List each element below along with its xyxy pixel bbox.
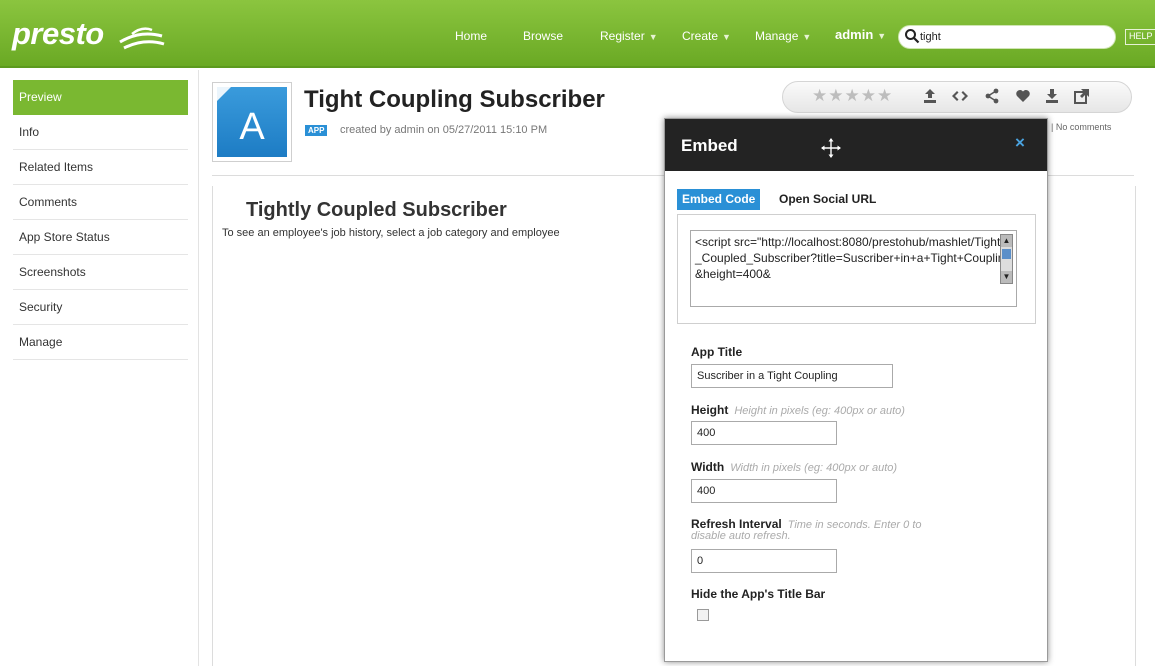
rating-stars[interactable]: ★★★★★ [812,86,893,106]
app-title: Tight Coupling Subscriber [304,86,605,113]
app-title-label: App Title [691,345,743,359]
tab-embed-code[interactable]: Embed Code [677,189,761,210]
height-field[interactable] [691,421,837,445]
sidebar-divider [198,70,199,666]
presto-logo[interactable]: presto [12,16,104,52]
nav-register[interactable]: Register ▼ [600,29,658,43]
nav-browse[interactable]: Browse [523,29,563,43]
embed-code-textarea[interactable]: <script src="http://localhost:8080/prest… [690,230,1017,307]
sidebar-item-preview[interactable]: Preview [13,80,188,115]
refresh-label-text: Refresh Interval [691,517,782,531]
refresh-hint-continued: disable auto refresh. [691,530,791,542]
scroll-down-arrow-icon[interactable]: ▼ [1001,271,1012,283]
sidebar: Preview Info Related Items Comments App … [13,80,188,360]
sidebar-item-security[interactable]: Security [13,290,188,325]
width-label: Width Width in pixels (eg: 400px or auto) [691,460,897,474]
width-field[interactable] [691,479,837,503]
close-icon[interactable]: × [1015,133,1025,153]
chevron-down-icon: ▼ [877,31,887,41]
scroll-up-arrow-icon[interactable]: ▲ [1001,235,1012,247]
comments-count-link[interactable]: | No comments [1051,122,1111,132]
nav-admin-label: admin [835,27,874,42]
move-drag-icon[interactable] [820,137,842,159]
tab-open-social-url[interactable]: Open Social URL [779,189,876,210]
preview-app-title: Tightly Coupled Subscriber [246,199,507,221]
nav-register-label: Register [600,29,645,43]
chevron-down-icon: ▼ [648,32,658,42]
download-icon[interactable] [1044,88,1060,104]
sidebar-item-app-store-status[interactable]: App Store Status [13,220,188,255]
popout-icon[interactable] [1074,88,1090,104]
search-input[interactable] [920,29,1100,45]
nav-admin-user-menu[interactable]: admin ▼ [835,27,886,42]
height-label: Height Height in pixels (eg: 400px or aut… [691,403,905,417]
width-hint: Width in pixels (eg: 400px or auto) [730,462,898,474]
top-navigation-bar: presto Home Browse Register ▼ Create ▼ Man… [0,0,1155,68]
chevron-down-icon: ▼ [802,32,812,42]
embed-code-icon[interactable] [952,88,968,104]
help-button[interactable]: HELP [1125,29,1155,45]
preview-app-description: To see an employee's job history, select… [222,227,560,239]
nav-create[interactable]: Create ▼ [682,29,731,43]
app-title-field[interactable] [691,364,893,388]
app-type-badge: APP [305,125,328,136]
code-scrollbar[interactable]: ▲ ▼ [1000,234,1013,284]
sidebar-item-comments[interactable]: Comments [13,185,188,220]
app-icon-image: A [217,87,287,157]
embed-code-text: <script src="http://localhost:8080/prest… [695,235,1012,281]
nav-manage-label: Manage [755,29,799,43]
nav-create-label: Create [682,29,719,43]
chevron-down-icon: ▼ [722,32,731,42]
nav-manage[interactable]: Manage ▼ [755,29,811,43]
nav-home[interactable]: Home [455,29,487,43]
favorite-heart-icon[interactable] [1015,88,1031,104]
sidebar-item-related-items[interactable]: Related Items [13,150,188,185]
refresh-interval-label: Refresh Interval Time in seconds. Enter 0… [691,517,922,531]
share-icon[interactable] [984,88,1000,104]
upload-icon[interactable] [922,88,938,104]
scroll-thumb[interactable] [1002,249,1011,259]
hide-title-bar-label: Hide the App's Title Bar [691,587,826,601]
height-label-text: Height [691,403,729,417]
height-hint: Height in pixels (eg: 400px or auto) [734,405,905,417]
presto-swoosh-logo-icon [119,27,165,50]
app-icon: A [212,82,292,162]
embed-code-panel: <script src="http://localhost:8080/prest… [677,214,1036,324]
hide-title-bar-checkbox[interactable] [697,609,709,621]
app-letter-icon: A [217,87,265,148]
embed-dialog: Embed × Embed Code Open Social URL <scri… [664,118,1048,662]
svg-text:A: A [239,106,265,148]
width-label-text: Width [691,460,725,474]
refresh-interval-field[interactable] [691,549,837,573]
refresh-hint: Time in seconds. Enter 0 to [787,519,922,531]
sidebar-item-screenshots[interactable]: Screenshots [13,255,188,290]
search-icon[interactable] [904,28,920,44]
app-created-info: created by admin on 05/27/2011 15:10 PM [340,124,548,136]
sidebar-item-manage[interactable]: Manage [13,325,188,360]
embed-dialog-header: Embed × [665,119,1047,171]
embed-dialog-title: Embed [681,136,738,155]
sidebar-item-info[interactable]: Info [13,115,188,150]
